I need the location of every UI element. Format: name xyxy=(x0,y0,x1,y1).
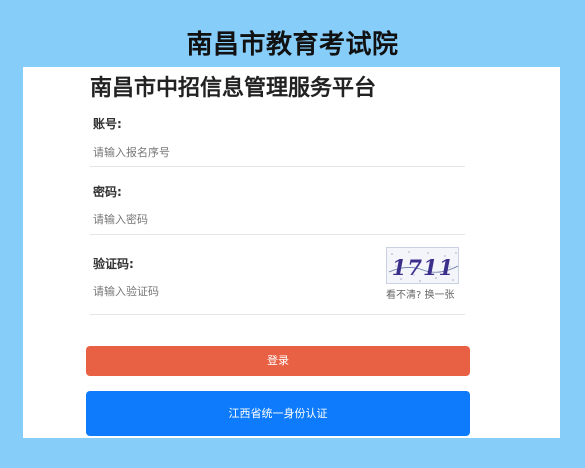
captcha-image[interactable]: 1711 xyxy=(386,247,459,284)
captcha-graphic: 1711 xyxy=(388,251,458,282)
account-input[interactable] xyxy=(93,142,393,162)
login-panel: 南昌市中招信息管理服务平台 账号: 密码: 验证码: 1711 看不清? 换一张… xyxy=(23,67,560,438)
captcha-input[interactable] xyxy=(93,281,353,301)
password-label: 密码: xyxy=(93,185,122,199)
password-input[interactable] xyxy=(93,209,393,229)
login-button[interactable]: 登录 xyxy=(86,346,470,376)
password-divider xyxy=(90,234,465,235)
platform-title: 南昌市中招信息管理服务平台 xyxy=(90,76,377,101)
captcha-refresh-link[interactable]: 看不清? 换一张 xyxy=(386,286,455,301)
captcha-text: 1711 xyxy=(392,255,454,280)
captcha-divider xyxy=(90,314,465,315)
unified-auth-button[interactable]: 江西省统一身份认证 xyxy=(86,391,470,436)
account-divider xyxy=(90,166,465,167)
site-title: 南昌市教育考试院 xyxy=(186,30,399,60)
account-label: 账号: xyxy=(93,117,122,131)
captcha-label: 验证码: xyxy=(93,257,134,271)
